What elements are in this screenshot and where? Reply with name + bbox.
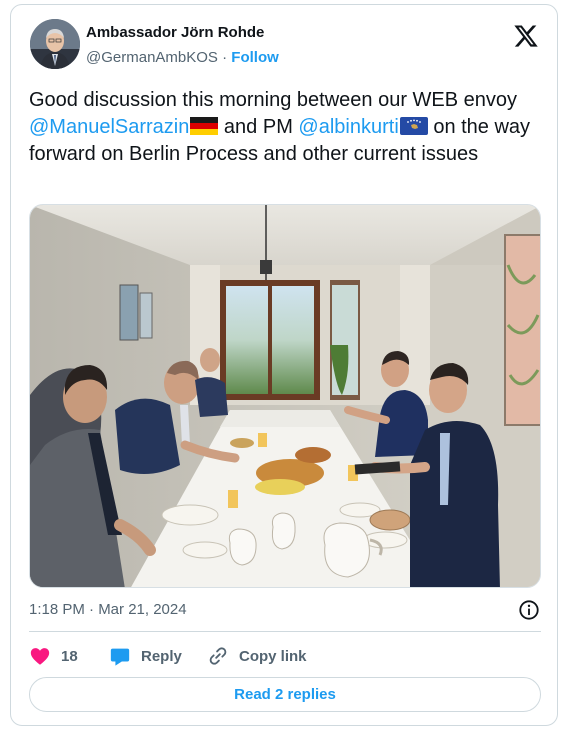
reply-label: Reply — [141, 647, 182, 665]
copy-link-label: Copy link — [239, 647, 307, 665]
mention-albinkurti[interactable]: @albinkurti — [298, 116, 398, 138]
tweet-timestamp[interactable]: 1:18 PM · Mar 21, 2024 — [29, 601, 187, 618]
x-logo-icon[interactable] — [513, 23, 539, 49]
author-handle[interactable]: @GermanAmbKOS — [86, 49, 218, 66]
flag-kosovo-icon — [399, 117, 428, 135]
like-button[interactable]: 18 — [29, 645, 78, 667]
author-name[interactable]: Ambassador Jörn Rohde — [86, 24, 264, 41]
copy-link-button[interactable]: Copy link — [207, 645, 307, 667]
tweet-photo[interactable] — [29, 204, 541, 588]
author-avatar[interactable] — [30, 19, 80, 69]
tweet-text: Good discussion this morning between our… — [29, 87, 539, 168]
read-replies-label: Read 2 replies — [234, 686, 336, 703]
link-icon — [209, 647, 227, 665]
tweet-card: Ambassador Jörn Rohde @GermanAmbKOS · Fo… — [10, 4, 558, 726]
info-icon[interactable] — [518, 599, 540, 621]
author-handle-line: @GermanAmbKOS · Follow — [86, 49, 279, 66]
reply-button[interactable]: Reply — [109, 645, 182, 667]
follow-button[interactable]: Follow — [231, 49, 279, 66]
tweet-text-part: Good discussion this morning between our… — [29, 89, 518, 111]
tweet-text-part: and PM — [218, 116, 299, 138]
read-replies-button[interactable]: Read 2 replies — [29, 677, 541, 712]
handle-separator: · — [222, 49, 228, 66]
heart-icon — [30, 648, 50, 665]
like-count: 18 — [61, 647, 78, 665]
divider — [29, 631, 541, 632]
flag-germany-icon — [190, 117, 219, 135]
reply-bubble-icon — [110, 648, 130, 666]
mention-manuelsarrazin[interactable]: @ManuelSarrazin — [29, 116, 189, 138]
